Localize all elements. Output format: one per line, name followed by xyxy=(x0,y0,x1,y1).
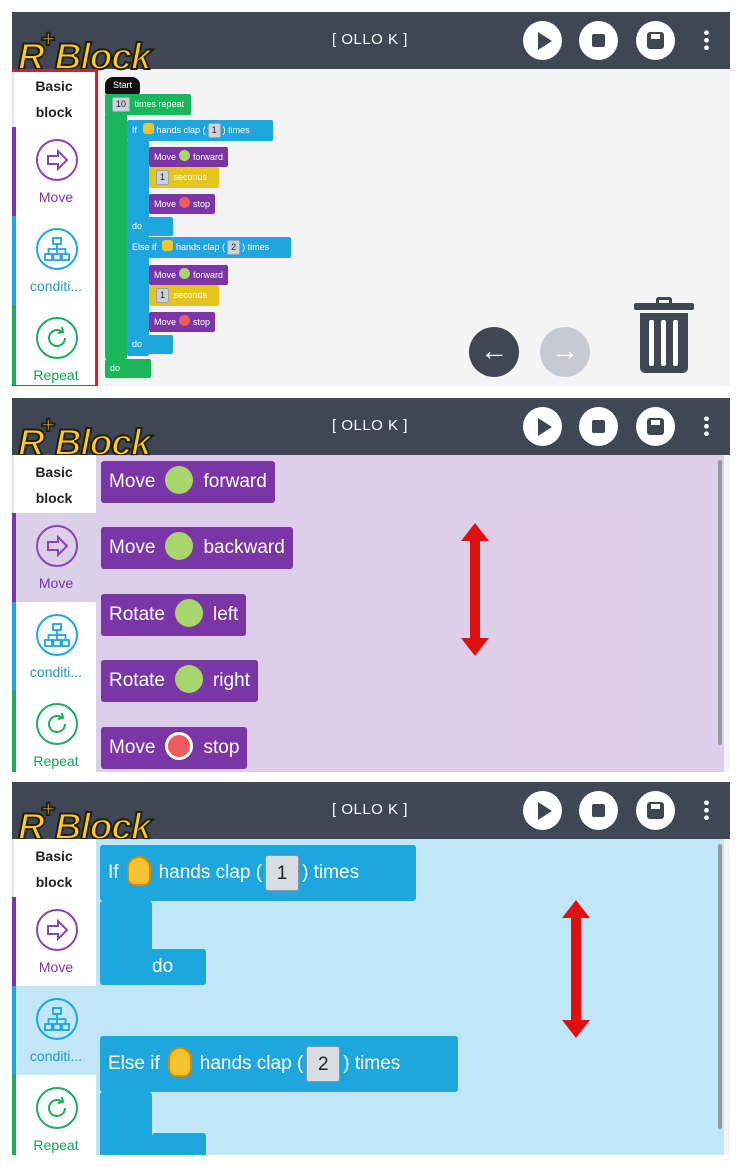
flyout-move-forward[interactable]: Move forward xyxy=(101,461,275,503)
repeat-block[interactable]: 10 times repeat xyxy=(105,94,191,115)
category-conditional[interactable]: conditi... xyxy=(12,602,96,691)
flyout-if-do: do xyxy=(100,949,206,985)
else-if-block[interactable]: Else if hands clap (2) times xyxy=(127,237,291,258)
flyout-move-stop[interactable]: Move stop xyxy=(101,727,248,769)
stop-button[interactable] xyxy=(579,21,618,60)
screenshot-panel-3: R+Block [ OLLO K ] Basic block Move condi… xyxy=(12,782,730,1155)
flyout-scrollbar[interactable] xyxy=(718,460,722,745)
app-header: R+Block [ OLLO K ] xyxy=(12,782,730,848)
stop-hand-icon xyxy=(165,731,194,760)
stop-button[interactable] xyxy=(579,791,618,830)
scroll-direction-arrow xyxy=(562,900,590,1038)
category-basic-block[interactable]: Basic block xyxy=(12,839,96,897)
flyout-rotate-right[interactable]: Rotate right xyxy=(101,660,258,702)
rotate-right-icon xyxy=(174,664,203,693)
redo-button[interactable]: → xyxy=(540,327,590,377)
play-button[interactable] xyxy=(523,791,562,830)
wait-seconds-block[interactable]: 1 seconds xyxy=(149,167,219,188)
hand-icon xyxy=(162,240,174,251)
undo-button[interactable]: ← xyxy=(469,327,519,377)
move-arrow-icon xyxy=(36,525,78,567)
up-arrow-icon xyxy=(179,268,191,279)
category-basic-block[interactable]: Basic block xyxy=(12,455,96,513)
category-sidebar: Basic block Move conditi... Repeat xyxy=(12,839,96,1155)
move-arrow-icon xyxy=(36,909,78,951)
repeat-do-label: do xyxy=(105,359,151,378)
left-arrow-icon: ← xyxy=(480,335,508,366)
screenshot-panel-1: R+Block [ OLLO K ] Basic block Move condi… xyxy=(12,12,730,386)
up-arrow-icon xyxy=(165,465,194,494)
start-block[interactable]: Start xyxy=(105,77,141,94)
stop-hand-icon xyxy=(179,197,191,208)
trash-icon[interactable] xyxy=(634,297,694,373)
category-move[interactable]: Move xyxy=(12,897,96,986)
flyout-move-backward[interactable]: Move backward xyxy=(101,527,293,569)
flyout-if-block[interactable]: If hands clap (1) times xyxy=(100,845,416,901)
flyout-scrollbar[interactable] xyxy=(718,844,722,1129)
down-arrow-icon xyxy=(165,531,194,560)
stop-button[interactable] xyxy=(579,407,618,446)
save-button[interactable] xyxy=(636,791,675,830)
move-stop-block[interactable]: Move stop xyxy=(149,312,216,332)
right-arrow-icon: → xyxy=(551,335,579,366)
repeat-block-body xyxy=(105,114,127,359)
more-menu-icon[interactable] xyxy=(704,799,709,821)
category-conditional[interactable]: conditi... xyxy=(12,986,96,1075)
play-button[interactable] xyxy=(523,407,562,446)
move-stop-block[interactable]: Move stop xyxy=(149,194,216,214)
category-sidebar: Basic block Move conditi... Repeat xyxy=(12,455,96,772)
hierarchy-icon xyxy=(36,614,78,656)
flyout-else-if-do xyxy=(152,1133,206,1155)
screenshot-panel-2: R+Block [ OLLO K ] Basic block Move condi… xyxy=(12,398,730,772)
wait-seconds-block[interactable]: 1 seconds xyxy=(149,285,219,306)
play-button[interactable] xyxy=(523,21,562,60)
workspace-canvas[interactable]: Start 10 times repeat do If hands clap (… xyxy=(96,69,730,386)
hand-clap-icon xyxy=(126,855,151,886)
more-menu-icon[interactable] xyxy=(704,415,709,437)
up-arrow-icon xyxy=(179,150,191,161)
category-repeat[interactable]: Repeat xyxy=(12,1075,96,1155)
category-highlight-box xyxy=(12,69,98,386)
category-move[interactable]: Move xyxy=(12,513,96,602)
device-title: [ OLLO K ] xyxy=(332,801,408,818)
more-menu-icon[interactable] xyxy=(704,29,709,51)
flyout-else-if-body xyxy=(100,1092,152,1155)
rotate-left-icon xyxy=(174,598,203,627)
repeat-icon xyxy=(36,703,78,745)
if-do-label: do xyxy=(127,217,173,236)
if-block[interactable]: If hands clap (1) times xyxy=(127,120,273,141)
stop-hand-icon xyxy=(179,315,191,326)
save-button[interactable] xyxy=(636,407,675,446)
app-header: R+Block [ OLLO K ] xyxy=(12,398,730,464)
conditional-block-flyout[interactable]: If hands clap (1) times do Else if hands c… xyxy=(96,839,724,1155)
flyout-rotate-left[interactable]: Rotate left xyxy=(101,594,247,636)
hierarchy-icon xyxy=(36,998,78,1040)
move-forward-block[interactable]: Move forward xyxy=(149,147,229,167)
device-title: [ OLLO K ] xyxy=(332,417,408,434)
hand-clap-icon xyxy=(167,1046,192,1077)
device-title: [ OLLO K ] xyxy=(332,31,408,48)
else-if-do-label: do xyxy=(127,335,173,354)
flyout-else-if-block[interactable]: Else if hands clap (2) times xyxy=(100,1036,458,1092)
repeat-icon xyxy=(36,1087,78,1129)
app-header: R+Block [ OLLO K ] xyxy=(12,12,730,78)
hand-icon xyxy=(142,123,154,134)
save-button[interactable] xyxy=(636,21,675,60)
move-block-flyout[interactable]: Move forward Move backward Rotate left Rota… xyxy=(96,455,724,772)
scroll-direction-arrow xyxy=(461,523,489,656)
move-forward-block[interactable]: Move forward xyxy=(149,265,229,285)
category-repeat[interactable]: Repeat xyxy=(12,691,96,772)
